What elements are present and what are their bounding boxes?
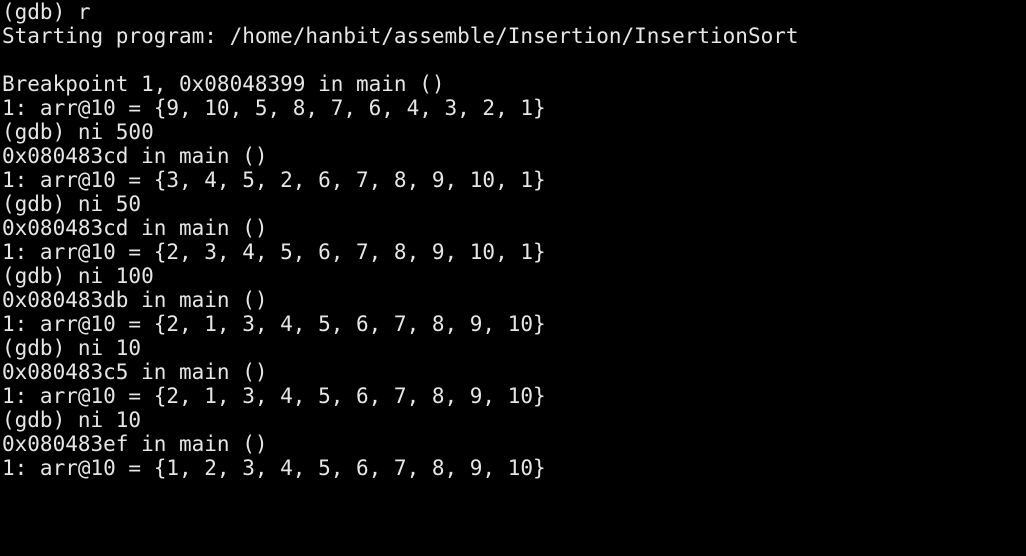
array-display-line: 1: arr@10 = {2, 1, 3, 4, 5, 6, 7, 8, 9, … xyxy=(2,312,546,336)
gdb-prompt-line: (gdb) r xyxy=(2,0,91,24)
location-line: 0x080483db in main () xyxy=(2,288,268,312)
gdb-prompt-line: (gdb) ni 500 xyxy=(2,120,154,144)
program-start-line: Starting program: /home/hanbit/assemble/… xyxy=(2,24,799,48)
location-line: 0x080483cd in main () xyxy=(2,216,268,240)
breakpoint-line: Breakpoint 1, 0x08048399 in main () xyxy=(2,72,445,96)
array-display-line: 1: arr@10 = {9, 10, 5, 8, 7, 6, 4, 3, 2,… xyxy=(2,96,546,120)
location-line: 0x080483cd in main () xyxy=(2,144,268,168)
array-display-line: 1: arr@10 = {3, 4, 5, 2, 6, 7, 8, 9, 10,… xyxy=(2,168,546,192)
gdb-prompt-line: (gdb) ni 100 xyxy=(2,264,154,288)
array-display-line: 1: arr@10 = {1, 2, 3, 4, 5, 6, 7, 8, 9, … xyxy=(2,456,546,480)
location-line: 0x080483c5 in main () xyxy=(2,360,268,384)
gdb-prompt-line: (gdb) ni 50 xyxy=(2,192,142,216)
gdb-prompt-line: (gdb) ni 10 xyxy=(2,336,142,360)
array-display-line: 1: arr@10 = {2, 1, 3, 4, 5, 6, 7, 8, 9, … xyxy=(2,384,546,408)
gdb-prompt-line: (gdb) ni 10 xyxy=(2,408,142,432)
array-display-line: 1: arr@10 = {2, 3, 4, 5, 6, 7, 8, 9, 10,… xyxy=(2,240,546,264)
terminal-window[interactable]: (gdb) r Starting program: /home/hanbit/a… xyxy=(0,0,1026,556)
location-line: 0x080483ef in main () xyxy=(2,432,268,456)
